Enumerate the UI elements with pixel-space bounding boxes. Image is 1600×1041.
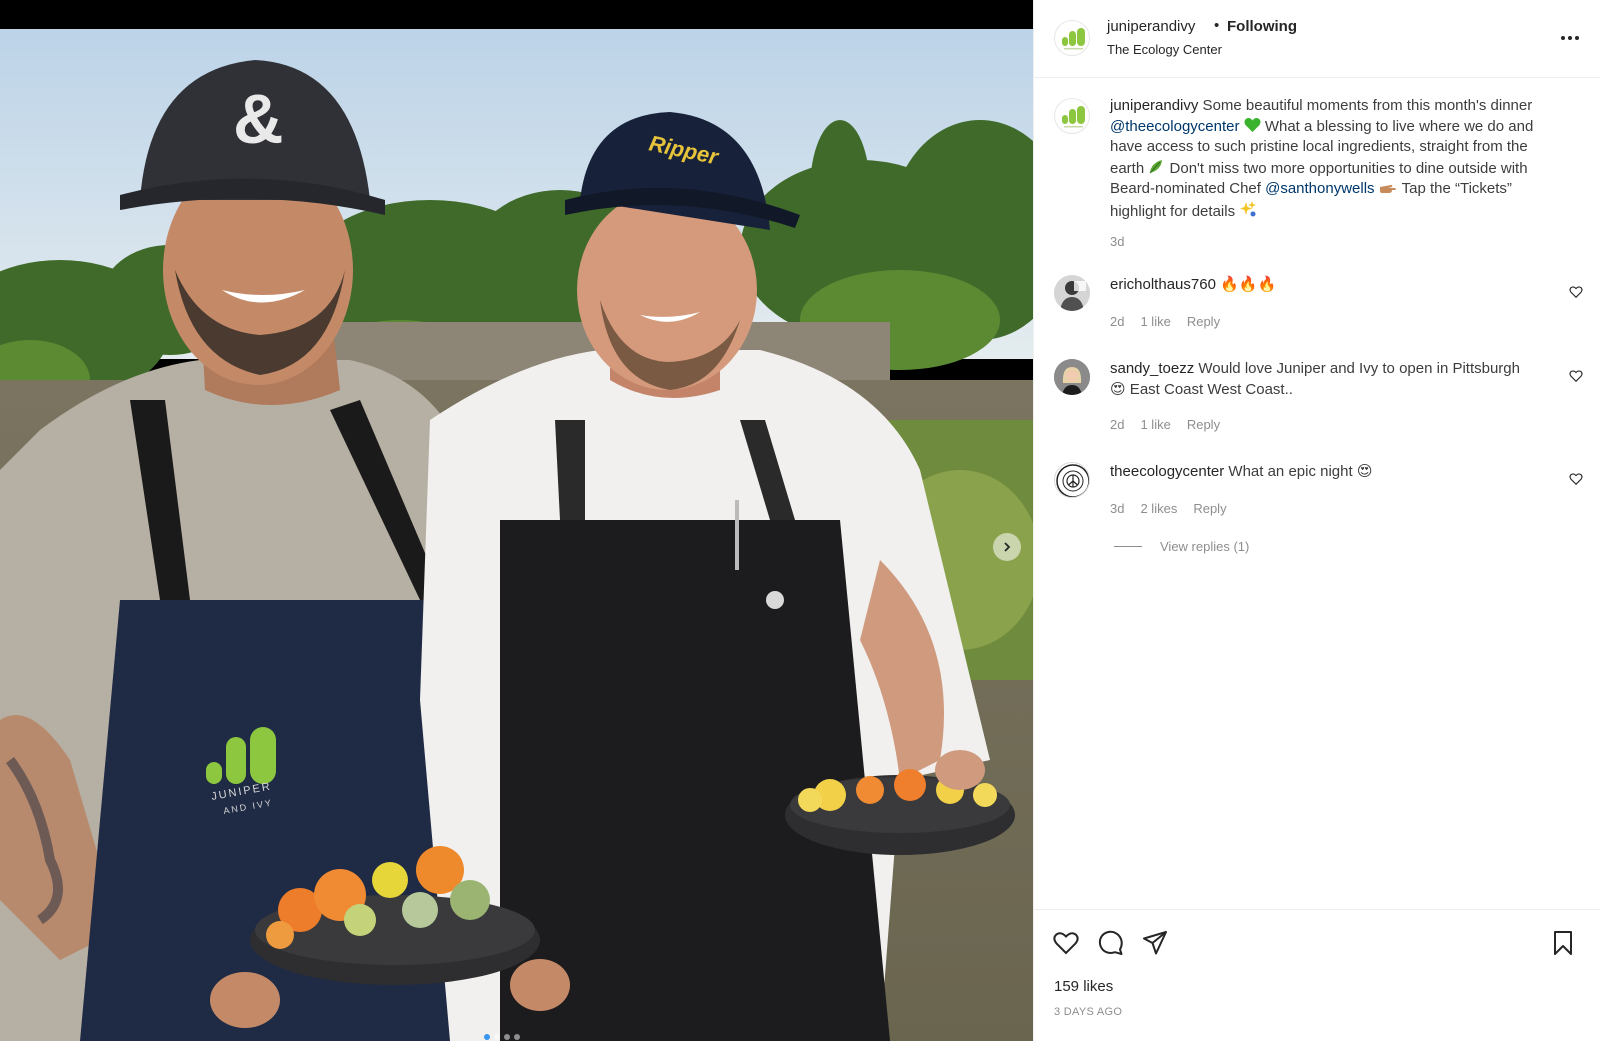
pointing-hand-icon	[1379, 185, 1396, 193]
herb-leaf-icon	[1149, 159, 1163, 173]
reply-button[interactable]: Reply	[1193, 501, 1226, 516]
comment-body: What an epic night	[1224, 463, 1357, 480]
carousel-dot	[514, 1034, 520, 1040]
post-location[interactable]: The Ecology Center	[1107, 42, 1222, 57]
post-timestamp[interactable]: 3 DAYS AGO	[1054, 1006, 1122, 1018]
cap-logo: &	[233, 80, 284, 158]
avatar[interactable]	[1054, 98, 1090, 134]
view-replies-button[interactable]: View replies (1)	[1114, 539, 1249, 554]
avatar[interactable]	[1054, 275, 1090, 311]
comment-age[interactable]: 2d	[1110, 314, 1124, 329]
carousel-dot	[484, 1034, 490, 1040]
following-button[interactable]: Following	[1227, 18, 1297, 35]
more-horizontal-icon	[1561, 36, 1579, 40]
comment-meta: 2d 1 like Reply	[1110, 417, 1220, 432]
post-header: juniperandivy • Following The Ecology Ce…	[1034, 0, 1600, 78]
carousel-dot	[504, 1034, 510, 1040]
ecology-center-logo-icon	[1056, 464, 1089, 497]
post-actions: 159 likes 3 DAYS AGO	[1034, 909, 1600, 1041]
comment-text: sandy_toezz Would love Juniper and Ivy t…	[1110, 359, 1566, 400]
comment-text: theecologycenter What an epic night 😍	[1110, 462, 1566, 483]
juniper-ivy-logo-icon	[1062, 28, 1085, 50]
chevron-right-icon	[1004, 542, 1011, 552]
like-button[interactable]	[1051, 928, 1081, 958]
caption-meta: 3d	[1110, 234, 1124, 249]
comment-body: East Coast West Coast..	[1125, 380, 1293, 398]
separator-dot: •	[1214, 17, 1220, 34]
post-side-panel: juniperandivy • Following The Ecology Ce…	[1033, 0, 1600, 1041]
avatar[interactable]	[1054, 359, 1090, 395]
mention-link[interactable]: @santhonywells	[1265, 180, 1374, 197]
heart-eyes-emoji-icon: 😍	[1356, 463, 1373, 480]
fire-emoji-icon: 🔥🔥🔥	[1220, 276, 1277, 293]
carousel-next-button[interactable]	[993, 533, 1021, 561]
comment-icon	[1098, 930, 1123, 955]
post-photo: JUNIPER AND IVY & Ripper	[0, 0, 1033, 1041]
comment-likes[interactable]: 2 likes	[1140, 501, 1177, 516]
reply-button[interactable]: Reply	[1187, 314, 1220, 329]
comment-text: ericholthaus760 🔥🔥🔥	[1110, 275, 1566, 296]
comment-meta: 2d 1 like Reply	[1110, 314, 1220, 329]
carousel-dot	[494, 1034, 500, 1040]
comment-username[interactable]: sandy_toezz	[1110, 360, 1194, 377]
green-heart-icon	[1244, 117, 1261, 132]
juniper-ivy-logo-icon	[1062, 106, 1085, 128]
comment-likes[interactable]: 1 like	[1140, 314, 1170, 329]
user-photo-icon	[1054, 359, 1090, 395]
heart-icon	[1053, 932, 1079, 955]
share-button[interactable]	[1140, 928, 1170, 958]
caption-username[interactable]: juniperandivy	[1110, 97, 1198, 114]
save-button[interactable]	[1548, 928, 1578, 958]
more-options-button[interactable]	[1558, 26, 1582, 50]
comment-age[interactable]: 2d	[1110, 417, 1124, 432]
carousel-indicator	[484, 1034, 520, 1040]
caption-text-part: Some beautiful moments from this month's…	[1198, 97, 1533, 114]
comment-like-icon[interactable]	[1569, 369, 1583, 383]
comment-body: Would love Juniper and Ivy to open in Pi…	[1194, 360, 1520, 377]
caption-text: juniperandivy Some beautiful moments fro…	[1110, 96, 1566, 222]
divider	[1114, 546, 1142, 547]
send-paper-plane-icon	[1143, 931, 1167, 955]
avatar[interactable]	[1054, 462, 1090, 498]
comment-button[interactable]	[1096, 928, 1126, 958]
user-photo-icon	[1054, 275, 1090, 311]
caption-age[interactable]: 3d	[1110, 234, 1124, 249]
comment-age[interactable]: 3d	[1110, 501, 1124, 516]
post-photo-pane: JUNIPER AND IVY & Ripper	[0, 0, 1033, 1041]
reply-button[interactable]: Reply	[1187, 417, 1220, 432]
comment-likes[interactable]: 1 like	[1140, 417, 1170, 432]
sparkles-icon	[1240, 200, 1257, 216]
view-replies-label: View replies (1)	[1160, 539, 1250, 554]
heart-eyes-emoji-icon: 😍	[1110, 380, 1126, 398]
comment-meta: 3d 2 likes Reply	[1110, 501, 1227, 516]
likes-count[interactable]: 159 likes	[1054, 978, 1113, 995]
comments-section: juniperandivy Some beautiful moments fro…	[1034, 79, 1600, 909]
bookmark-icon	[1554, 931, 1572, 955]
comment-like-icon[interactable]	[1569, 472, 1583, 486]
post-author-username[interactable]: juniperandivy	[1107, 18, 1195, 35]
comment-like-icon[interactable]	[1569, 285, 1583, 299]
comment-username[interactable]: theecologycenter	[1110, 463, 1224, 480]
mention-link[interactable]: @theecologycenter	[1110, 118, 1239, 135]
comment-username[interactable]: ericholthaus760	[1110, 276, 1216, 293]
avatar[interactable]	[1054, 20, 1090, 56]
